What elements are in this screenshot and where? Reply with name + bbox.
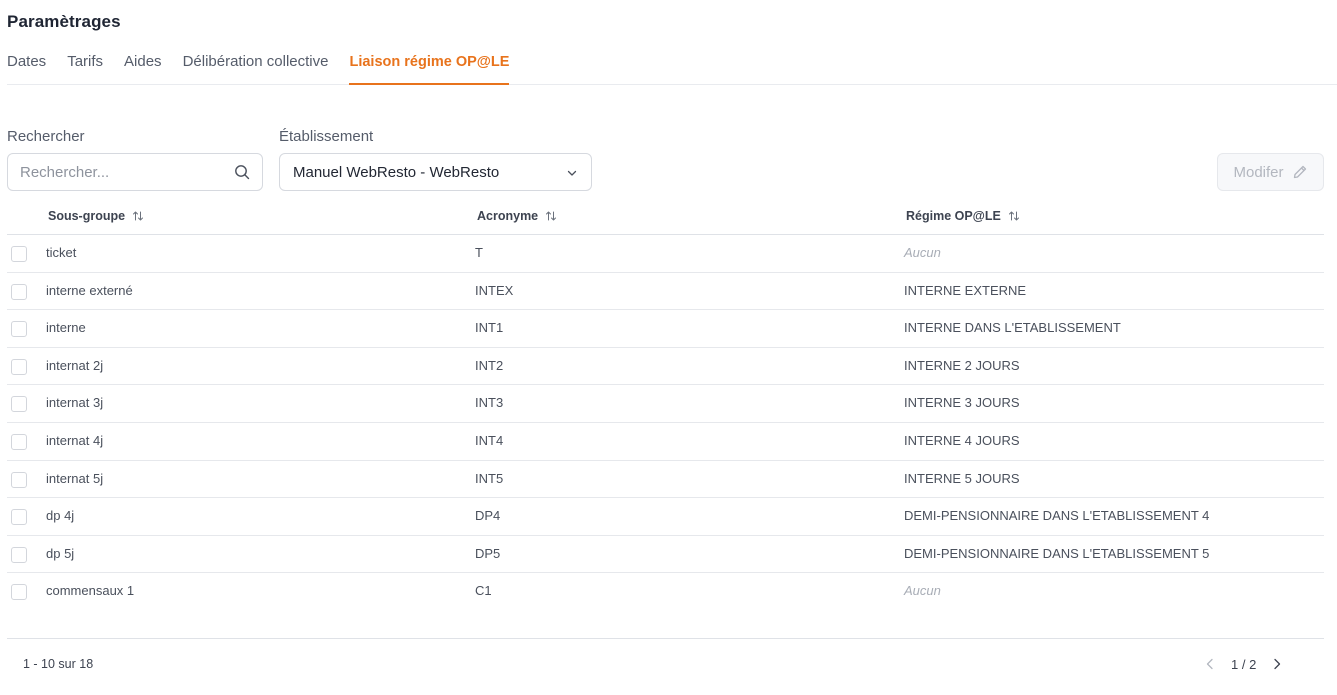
table-header: Sous-groupe Acronyme Régime OP@LE	[7, 198, 1324, 235]
search-icon[interactable]	[234, 164, 250, 180]
cell-regime: DEMI-PENSIONNAIRE DANS L'ETABLISSEMENT 5	[904, 545, 1210, 561]
cell-subgroup: internat 5j	[46, 470, 104, 486]
cell-regime: Aucun	[904, 583, 941, 599]
establishment-label: Établissement	[279, 128, 374, 145]
column-header-label: Sous-groupe	[48, 209, 126, 223]
modify-button-label: Modifer	[1233, 163, 1284, 181]
table-row[interactable]: dp 5j DP5 DEMI-PENSIONNAIRE DANS L'ETABL…	[7, 536, 1324, 574]
row-checkbox[interactable]	[11, 283, 27, 300]
search-input[interactable]	[20, 154, 225, 190]
establishment-select[interactable]: Manuel WebResto - WebResto	[279, 153, 592, 191]
sort-arrows-icon	[133, 211, 144, 221]
column-header-regime[interactable]: Régime OP@LE	[906, 209, 1020, 223]
cell-acronym: DP4	[475, 508, 501, 524]
table-row[interactable]: commensaux 1 C1 Aucun	[7, 573, 1324, 611]
search-label: Rechercher	[7, 128, 85, 145]
sort-arrows-icon	[546, 211, 557, 221]
pagination-controls: 1 / 2	[1203, 655, 1284, 673]
cell-acronym: DP5	[475, 545, 501, 561]
row-checkbox[interactable]	[11, 509, 27, 526]
column-header-acronym[interactable]: Acronyme	[477, 209, 557, 223]
cell-subgroup: dp 4j	[46, 508, 75, 524]
cell-regime: INTERNE 3 JOURS	[904, 395, 1020, 411]
chevron-right-icon	[1274, 658, 1281, 670]
sort-arrows-icon	[1008, 211, 1019, 221]
cell-regime: INTERNE 5 JOURS	[904, 470, 1020, 486]
row-checkbox[interactable]	[11, 471, 27, 488]
tab-liaison-regime-opale[interactable]: Liaison régime OP@LE	[349, 50, 510, 85]
cell-acronym: INT3	[475, 395, 504, 411]
next-page-button[interactable]	[1270, 655, 1284, 673]
tab-aides[interactable]: Aides	[124, 50, 162, 85]
pencil-icon	[1293, 165, 1306, 179]
cell-regime: INTERNE EXTERNE	[904, 282, 1027, 298]
table-row[interactable]: interne externé INTEX INTERNE EXTERNE	[7, 273, 1324, 311]
table-row[interactable]: internat 2j INT2 INTERNE 2 JOURS	[7, 348, 1324, 386]
column-header-subgroup[interactable]: Sous-groupe	[48, 209, 144, 223]
footer-divider	[7, 638, 1324, 639]
subgroup-table: Sous-groupe Acronyme Régime OP@LE ticket…	[7, 198, 1324, 611]
chevron-left-icon	[1206, 658, 1213, 670]
search-field	[7, 153, 263, 191]
table-row[interactable]: internat 4j INT4 INTERNE 4 JOURS	[7, 423, 1324, 461]
row-checkbox[interactable]	[11, 358, 27, 375]
column-header-label: Régime OP@LE	[906, 209, 1001, 223]
cell-acronym: C1	[475, 583, 492, 599]
cell-subgroup: interne	[46, 320, 86, 336]
cell-regime: Aucun	[904, 245, 941, 260]
row-checkbox[interactable]	[11, 396, 27, 413]
row-checkbox[interactable]	[11, 321, 27, 338]
cell-subgroup: interne externé	[46, 282, 133, 298]
row-checkbox[interactable]	[11, 433, 27, 450]
cell-regime: INTERNE 4 JOURS	[904, 432, 1020, 448]
tab-tarifs[interactable]: Tarifs	[67, 50, 103, 85]
cell-acronym: INT2	[475, 357, 504, 373]
row-checkbox[interactable]	[11, 546, 27, 563]
cell-regime: INTERNE 2 JOURS	[904, 357, 1020, 373]
cell-subgroup: commensaux 1	[46, 583, 135, 599]
previous-page-button[interactable]	[1203, 655, 1217, 673]
modify-button[interactable]: Modifer	[1217, 153, 1324, 191]
table-row[interactable]: ticket T Aucun	[7, 235, 1324, 273]
row-checkbox[interactable]	[11, 584, 27, 601]
cell-acronym: INT1	[475, 320, 504, 336]
tab-bar: Dates Tarifs Aides Délibération collecti…	[7, 50, 1337, 85]
pagination-range: 1 - 10 sur 18	[23, 657, 94, 671]
tab-dates[interactable]: Dates	[7, 50, 46, 85]
chevron-down-icon	[567, 170, 577, 176]
page-indicator: 1 / 2	[1231, 656, 1257, 672]
table-row[interactable]: internat 3j INT3 INTERNE 3 JOURS	[7, 385, 1324, 423]
table-row[interactable]: dp 4j DP4 DEMI-PENSIONNAIRE DANS L'ETABL…	[7, 498, 1324, 536]
table-row[interactable]: internat 5j INT5 INTERNE 5 JOURS	[7, 461, 1324, 499]
cell-subgroup: ticket	[46, 245, 77, 260]
cell-acronym: INTEX	[475, 282, 514, 298]
establishment-select-value: Manuel WebResto - WebResto	[293, 164, 500, 181]
table-row[interactable]: interne INT1 INTERNE DANS L'ETABLISSEMEN…	[7, 310, 1324, 348]
page-title: Paramètrages	[7, 12, 121, 31]
cell-subgroup: internat 3j	[46, 395, 104, 411]
cell-subgroup: internat 2j	[46, 357, 104, 373]
cell-acronym: T	[475, 245, 483, 260]
row-checkbox[interactable]	[11, 246, 27, 262]
column-header-label: Acronyme	[477, 209, 539, 223]
cell-regime: DEMI-PENSIONNAIRE DANS L'ETABLISSEMENT 4	[904, 508, 1210, 524]
cell-acronym: INT4	[475, 432, 504, 448]
tab-deliberation-collective[interactable]: Délibération collective	[183, 50, 329, 85]
cell-regime: INTERNE DANS L'ETABLISSEMENT	[904, 320, 1121, 336]
cell-subgroup: dp 5j	[46, 545, 75, 561]
cell-subgroup: internat 4j	[46, 432, 104, 448]
cell-acronym: INT5	[475, 470, 504, 486]
